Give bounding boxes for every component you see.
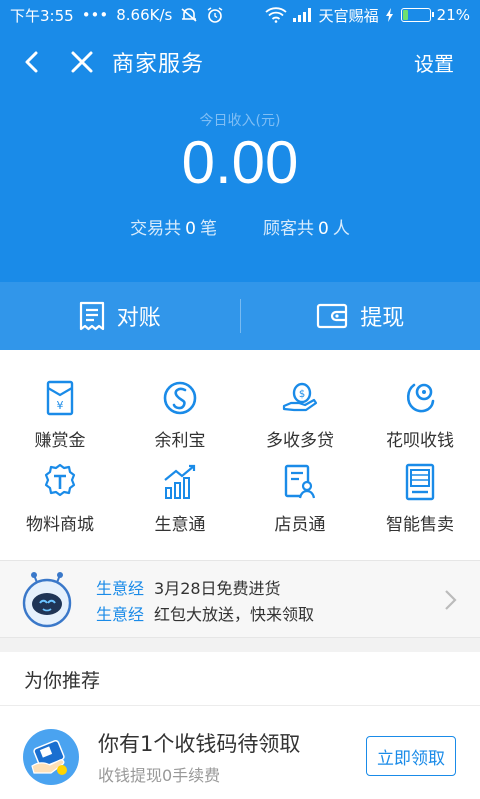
service-reward[interactable]: ¥ 赚赏金 xyxy=(0,378,120,462)
status-battery: 21% xyxy=(436,6,470,24)
store-badge-icon xyxy=(44,463,76,497)
svg-text:$: $ xyxy=(299,389,305,400)
action-bar: 对账 提现 xyxy=(0,282,480,350)
mute-icon xyxy=(180,7,198,23)
transactions-count: 0 xyxy=(185,219,196,239)
signal-icon xyxy=(292,8,313,22)
svg-text:¥: ¥ xyxy=(57,399,64,412)
close-button[interactable] xyxy=(68,48,96,76)
back-button[interactable] xyxy=(18,48,46,76)
yulibao-icon xyxy=(163,381,197,415)
reward-envelope-icon: ¥ xyxy=(46,380,74,416)
alarm-icon xyxy=(206,6,224,24)
reconcile-label: 对账 xyxy=(116,306,161,331)
charging-icon xyxy=(385,8,395,22)
customers-stat: 顾客共 0 人 xyxy=(263,219,350,239)
status-bar: 下午3:55 ••• 8.66K/s 天官赐福 21% xyxy=(0,0,480,30)
recommend-subtitle: 收钱提现0手续费 xyxy=(98,766,221,785)
settings-button[interactable]: 设置 xyxy=(414,48,454,77)
service-vending[interactable]: 智能售卖 xyxy=(360,462,480,546)
service-store[interactable]: 物料商城 xyxy=(0,462,120,546)
bar-chart-icon xyxy=(164,464,196,499)
service-loan[interactable]: $ 多收多贷 xyxy=(240,378,360,462)
close-icon xyxy=(71,51,93,73)
huabei-icon xyxy=(406,383,435,413)
vending-icon xyxy=(405,463,435,501)
qr-card-hand-icon xyxy=(23,729,79,785)
navigation-bar: 商家服务 设置 xyxy=(0,30,480,92)
recommend-item[interactable]: 你有1个收钱码待领取 收钱提现0手续费 立即领取 xyxy=(0,706,480,799)
status-speed: 8.66K/s xyxy=(116,6,173,24)
service-huabei[interactable]: 花呗收钱 xyxy=(360,378,480,462)
service-shengyitong[interactable]: 生意通 xyxy=(120,462,240,546)
income-stats: 交易共 0 笔 顾客共 0 人 xyxy=(0,214,480,239)
loan-hand-icon: $ xyxy=(282,382,318,412)
chevron-right-icon xyxy=(445,590,457,610)
news-tag: 生意经 xyxy=(96,579,145,598)
withdraw-button[interactable]: 提现 xyxy=(241,282,480,350)
page-title: 商家服务 xyxy=(112,52,205,77)
battery-icon xyxy=(400,8,434,22)
news-tag: 生意经 xyxy=(96,605,145,624)
customers-count: 0 xyxy=(318,219,329,239)
services-grid: ¥ 赚赏金 余利宝 $ 多收多贷 花呗收钱 物料商城 生意通 店员通 智能售卖 xyxy=(0,350,480,560)
transactions-stat: 交易共 0 笔 xyxy=(130,219,217,239)
service-yulibao[interactable]: 余利宝 xyxy=(120,378,240,462)
wifi-icon xyxy=(265,7,287,23)
reconcile-button[interactable]: 对账 xyxy=(0,282,240,350)
recommend-title: 你有1个收钱码待领取 xyxy=(98,732,301,756)
bill-icon xyxy=(79,301,104,331)
news-banner[interactable]: 生意经 3月28日免费进货 生意经 红包大放送，快来领取 xyxy=(0,560,480,638)
withdraw-label: 提现 xyxy=(360,306,405,331)
wallet-icon xyxy=(317,303,348,329)
income-label: 今日收入(元) xyxy=(199,113,281,129)
status-time: 下午3:55 xyxy=(10,6,74,25)
recommend-header: 为你推荐 xyxy=(0,652,480,706)
claim-button[interactable]: 立即领取 xyxy=(366,736,456,776)
income-panel: 商家服务 设置 今日收入(元) 0.00 交易共 0 笔 顾客共 0 人 xyxy=(0,30,480,282)
clerk-icon xyxy=(284,464,316,499)
news-line-2: 生意经 红包大放送，快来领取 xyxy=(96,605,315,624)
chevron-left-icon xyxy=(25,51,38,73)
robot-mascot-icon xyxy=(22,572,72,628)
service-clerk[interactable]: 店员通 xyxy=(240,462,360,546)
status-carrier: 天官赐福 xyxy=(318,6,379,25)
status-dots: ••• xyxy=(81,6,109,24)
income-value: 0.00 xyxy=(181,129,299,196)
recommend-heading: 为你推荐 xyxy=(24,670,101,692)
news-line-1: 生意经 3月28日免费进货 xyxy=(96,579,281,598)
